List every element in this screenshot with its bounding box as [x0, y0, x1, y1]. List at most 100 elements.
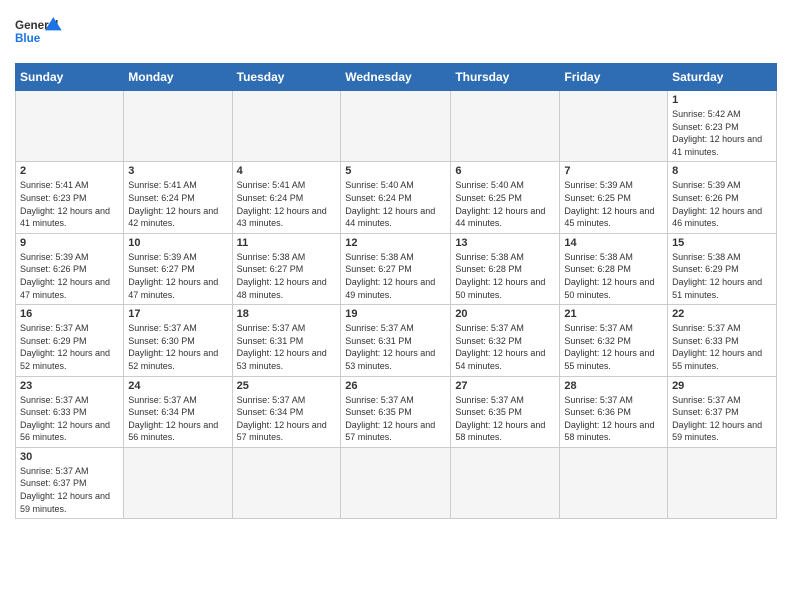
- calendar-cell: 17Sunrise: 5:37 AM Sunset: 6:30 PM Dayli…: [124, 305, 232, 376]
- day-number: 8: [672, 165, 772, 177]
- calendar-cell: 30 Sunrise: 5:37 AM Sunset: 6:37 PM Dayli…: [16, 447, 124, 518]
- calendar-week-row: 2 Sunrise: 5:41 AM Sunset: 6:23 PM Daylig…: [16, 162, 777, 233]
- day-info: Sunrise: 5:37 AM Sunset: 6:35 PM Dayligh…: [455, 394, 555, 444]
- calendar-week-row: 23 Sunrise: 5:37 AM Sunset: 6:33 PM Dayli…: [16, 376, 777, 447]
- calendar-cell: 23 Sunrise: 5:37 AM Sunset: 6:33 PM Dayli…: [16, 376, 124, 447]
- day-info: Sunrise: 5:37 AM Sunset: 6:29 PM Dayligh…: [20, 322, 119, 372]
- day-header-saturday: Saturday: [668, 64, 777, 91]
- day-number: 2: [20, 165, 119, 177]
- calendar-cell: 6 Sunrise: 5:40 AM Sunset: 6:25 PM Daylig…: [451, 162, 560, 233]
- calendar-cell: [124, 91, 232, 162]
- calendar-cell: 7Sunrise: 5:39 AM Sunset: 6:25 PM Daylig…: [560, 162, 668, 233]
- day-info: Sunrise: 5:37 AM Sunset: 6:33 PM Dayligh…: [20, 394, 119, 444]
- day-header-thursday: Thursday: [451, 64, 560, 91]
- day-number: 16: [20, 308, 119, 320]
- logo-svg: General Blue: [15, 10, 65, 55]
- calendar-table: SundayMondayTuesdayWednesdayThursdayFrid…: [15, 63, 777, 519]
- day-info: Sunrise: 5:39 AM Sunset: 6:26 PM Dayligh…: [20, 251, 119, 301]
- calendar-cell: 3Sunrise: 5:41 AM Sunset: 6:24 PM Daylig…: [124, 162, 232, 233]
- day-number: 9: [20, 237, 119, 249]
- calendar-cell: [124, 447, 232, 518]
- calendar-cell: 15 Sunrise: 5:38 AM Sunset: 6:29 PM Dayli…: [668, 233, 777, 304]
- day-info: Sunrise: 5:37 AM Sunset: 6:37 PM Dayligh…: [20, 465, 119, 515]
- calendar-cell: [341, 91, 451, 162]
- calendar-cell: [560, 447, 668, 518]
- day-number: 27: [455, 380, 555, 392]
- day-number: 23: [20, 380, 119, 392]
- day-number: 19: [345, 308, 446, 320]
- day-number: 18: [237, 308, 337, 320]
- calendar-cell: 27 Sunrise: 5:37 AM Sunset: 6:35 PM Dayli…: [451, 376, 560, 447]
- calendar-cell: 18 Sunrise: 5:37 AM Sunset: 6:31 PM Dayli…: [232, 305, 341, 376]
- day-info: Sunrise: 5:37 AM Sunset: 6:31 PM Dayligh…: [345, 322, 446, 372]
- day-info: Sunrise: 5:37 AM Sunset: 6:33 PM Dayligh…: [672, 322, 772, 372]
- day-info: Sunrise: 5:39 AM Sunset: 6:27 PM Dayligh…: [128, 251, 227, 301]
- day-number: 6: [455, 165, 555, 177]
- day-header-sunday: Sunday: [16, 64, 124, 91]
- calendar-cell: 2 Sunrise: 5:41 AM Sunset: 6:23 PM Daylig…: [16, 162, 124, 233]
- logo: General Blue: [15, 10, 65, 55]
- calendar-cell: 16 Sunrise: 5:37 AM Sunset: 6:29 PM Dayli…: [16, 305, 124, 376]
- day-info: Sunrise: 5:41 AM Sunset: 6:23 PM Dayligh…: [20, 179, 119, 229]
- day-info: Sunrise: 5:40 AM Sunset: 6:24 PM Dayligh…: [345, 179, 446, 229]
- calendar-cell: 4Sunrise: 5:41 AM Sunset: 6:24 PM Daylig…: [232, 162, 341, 233]
- svg-text:Blue: Blue: [15, 32, 41, 45]
- day-number: 25: [237, 380, 337, 392]
- day-header-friday: Friday: [560, 64, 668, 91]
- day-number: 13: [455, 237, 555, 249]
- calendar-cell: 5 Sunrise: 5:40 AM Sunset: 6:24 PM Daylig…: [341, 162, 451, 233]
- calendar-cell: [16, 91, 124, 162]
- day-number: 20: [455, 308, 555, 320]
- day-number: 30: [20, 451, 119, 463]
- day-number: 29: [672, 380, 772, 392]
- calendar-cell: 20 Sunrise: 5:37 AM Sunset: 6:32 PM Dayli…: [451, 305, 560, 376]
- day-header-wednesday: Wednesday: [341, 64, 451, 91]
- day-number: 4: [237, 165, 337, 177]
- day-number: 5: [345, 165, 446, 177]
- day-info: Sunrise: 5:41 AM Sunset: 6:24 PM Dayligh…: [128, 179, 227, 229]
- calendar-cell: 12Sunrise: 5:38 AM Sunset: 6:27 PM Dayli…: [341, 233, 451, 304]
- calendar-cell: 19 Sunrise: 5:37 AM Sunset: 6:31 PM Dayli…: [341, 305, 451, 376]
- day-header-monday: Monday: [124, 64, 232, 91]
- calendar-cell: 29 Sunrise: 5:37 AM Sunset: 6:37 PM Dayli…: [668, 376, 777, 447]
- day-info: Sunrise: 5:38 AM Sunset: 6:28 PM Dayligh…: [455, 251, 555, 301]
- day-info: Sunrise: 5:42 AM Sunset: 6:23 PM Dayligh…: [672, 108, 772, 158]
- day-number: 11: [237, 237, 337, 249]
- day-number: 26: [345, 380, 446, 392]
- calendar-week-row: 16 Sunrise: 5:37 AM Sunset: 6:29 PM Dayli…: [16, 305, 777, 376]
- day-header-tuesday: Tuesday: [232, 64, 341, 91]
- calendar-cell: [341, 447, 451, 518]
- day-number: 7: [564, 165, 663, 177]
- day-number: 14: [564, 237, 663, 249]
- day-number: 15: [672, 237, 772, 249]
- day-info: Sunrise: 5:38 AM Sunset: 6:29 PM Dayligh…: [672, 251, 772, 301]
- calendar-cell: 14 Sunrise: 5:38 AM Sunset: 6:28 PM Dayli…: [560, 233, 668, 304]
- day-info: Sunrise: 5:39 AM Sunset: 6:26 PM Dayligh…: [672, 179, 772, 229]
- calendar-cell: 1Sunrise: 5:42 AM Sunset: 6:23 PM Daylig…: [668, 91, 777, 162]
- calendar-cell: [668, 447, 777, 518]
- calendar-cell: [232, 91, 341, 162]
- day-info: Sunrise: 5:40 AM Sunset: 6:25 PM Dayligh…: [455, 179, 555, 229]
- day-info: Sunrise: 5:37 AM Sunset: 6:37 PM Dayligh…: [672, 394, 772, 444]
- calendar-week-row: 1Sunrise: 5:42 AM Sunset: 6:23 PM Daylig…: [16, 91, 777, 162]
- day-info: Sunrise: 5:37 AM Sunset: 6:34 PM Dayligh…: [237, 394, 337, 444]
- calendar-cell: [451, 91, 560, 162]
- day-number: 10: [128, 237, 227, 249]
- day-info: Sunrise: 5:38 AM Sunset: 6:28 PM Dayligh…: [564, 251, 663, 301]
- day-info: Sunrise: 5:37 AM Sunset: 6:34 PM Dayligh…: [128, 394, 227, 444]
- day-info: Sunrise: 5:38 AM Sunset: 6:27 PM Dayligh…: [237, 251, 337, 301]
- page-header: General Blue: [15, 10, 777, 55]
- day-info: Sunrise: 5:37 AM Sunset: 6:36 PM Dayligh…: [564, 394, 663, 444]
- calendar-cell: 24Sunrise: 5:37 AM Sunset: 6:34 PM Dayli…: [124, 376, 232, 447]
- calendar-cell: 10 Sunrise: 5:39 AM Sunset: 6:27 PM Dayli…: [124, 233, 232, 304]
- day-info: Sunrise: 5:37 AM Sunset: 6:32 PM Dayligh…: [455, 322, 555, 372]
- day-info: Sunrise: 5:37 AM Sunset: 6:32 PM Dayligh…: [564, 322, 663, 372]
- day-info: Sunrise: 5:37 AM Sunset: 6:31 PM Dayligh…: [237, 322, 337, 372]
- day-number: 28: [564, 380, 663, 392]
- calendar-header-row: SundayMondayTuesdayWednesdayThursdayFrid…: [16, 64, 777, 91]
- calendar-cell: 22Sunrise: 5:37 AM Sunset: 6:33 PM Dayli…: [668, 305, 777, 376]
- calendar-cell: 28 Sunrise: 5:37 AM Sunset: 6:36 PM Dayli…: [560, 376, 668, 447]
- calendar-week-row: 9 Sunrise: 5:39 AM Sunset: 6:26 PM Daylig…: [16, 233, 777, 304]
- calendar-week-row: 30 Sunrise: 5:37 AM Sunset: 6:37 PM Dayli…: [16, 447, 777, 518]
- calendar-cell: 9 Sunrise: 5:39 AM Sunset: 6:26 PM Daylig…: [16, 233, 124, 304]
